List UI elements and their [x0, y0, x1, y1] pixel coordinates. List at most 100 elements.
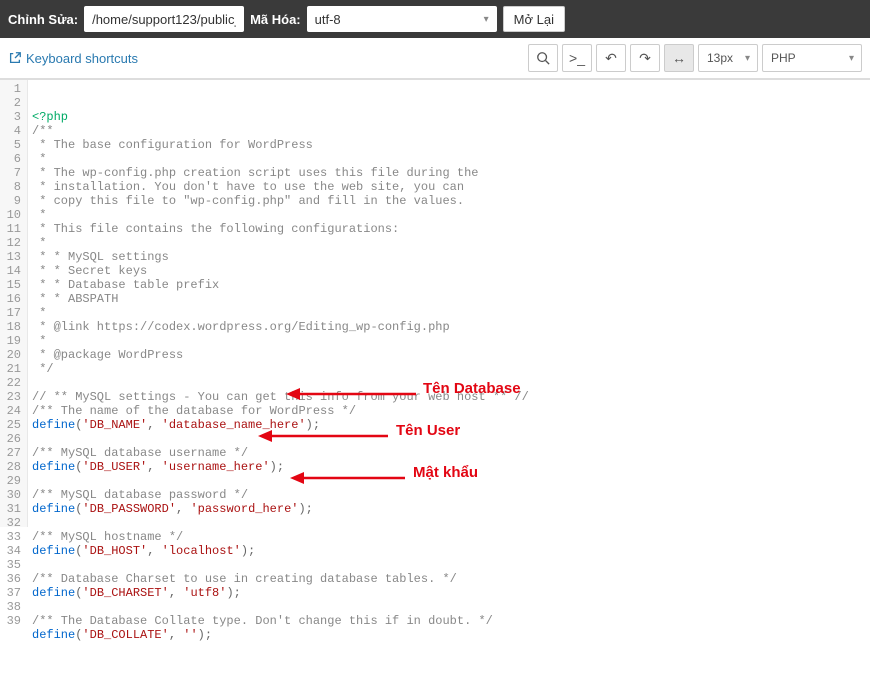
line-number: 7 [4, 166, 21, 180]
encoding-select[interactable] [307, 6, 497, 32]
line-number: 33 [4, 530, 21, 544]
language-select[interactable]: PHP [762, 44, 862, 72]
keyboard-shortcuts-link[interactable]: Keyboard shortcuts [8, 51, 138, 66]
line-number: 31 [4, 502, 21, 516]
line-number: 22 [4, 376, 21, 390]
code-line: * * MySQL settings [32, 250, 866, 264]
wrap-button[interactable]: ↔ [664, 44, 694, 72]
line-number: 8 [4, 180, 21, 194]
line-number: 13 [4, 250, 21, 264]
line-number: 34 [4, 544, 21, 558]
reopen-button[interactable]: Mở Lại [503, 6, 565, 32]
line-number: 35 [4, 558, 21, 572]
terminal-icon: >_ [569, 50, 585, 66]
line-number: 24 [4, 404, 21, 418]
line-number: 11 [4, 222, 21, 236]
line-number: 6 [4, 152, 21, 166]
code-line: * installation. You don't have to use th… [32, 180, 866, 194]
code-line: /** Database Charset to use in creating … [32, 572, 866, 586]
line-number: 39 [4, 614, 21, 628]
code-line: define('DB_NAME', 'database_name_here'); [32, 418, 866, 432]
code-line: * * Secret keys [32, 264, 866, 278]
line-number: 17 [4, 306, 21, 320]
line-number: 29 [4, 474, 21, 488]
external-link-icon [8, 51, 22, 65]
code-editor[interactable]: 1234567891011121314151617181920212223242… [0, 79, 870, 527]
line-number: 18 [4, 320, 21, 334]
line-number: 21 [4, 362, 21, 376]
line-number: 10 [4, 208, 21, 222]
code-line: define('DB_USER', 'username_here'); [32, 460, 866, 474]
code-line [32, 558, 866, 572]
code-line: * [32, 208, 866, 222]
line-number: 32 [4, 516, 21, 530]
line-number: 5 [4, 138, 21, 152]
redo-icon: ↷ [639, 50, 651, 67]
code-line: * The wp-config.php creation script uses… [32, 166, 866, 180]
code-line: /** The name of the database for WordPre… [32, 404, 866, 418]
code-line [32, 432, 866, 446]
line-gutter: 1234567891011121314151617181920212223242… [0, 80, 28, 527]
code-line: * [32, 306, 866, 320]
header-bar: Chỉnh Sửa: Mã Hóa: Mở Lại [0, 0, 870, 38]
code-line: * @link https://codex.wordpress.org/Edit… [32, 320, 866, 334]
code-content[interactable]: <?php/** * The base configuration for Wo… [28, 80, 870, 527]
line-number: 20 [4, 348, 21, 362]
font-size-select[interactable]: 13px [698, 44, 758, 72]
code-line [32, 642, 866, 656]
line-number: 37 [4, 586, 21, 600]
code-line [32, 600, 866, 614]
line-number: 30 [4, 488, 21, 502]
line-number: 12 [4, 236, 21, 250]
subheader-bar: Keyboard shortcuts >_ ↶ ↷ ↔ 13px PHP [0, 38, 870, 79]
code-line: /** [32, 124, 866, 138]
code-line: * copy this file to "wp-config.php" and … [32, 194, 866, 208]
code-line: /** MySQL hostname */ [32, 530, 866, 544]
line-number: 4 [4, 124, 21, 138]
line-number: 15 [4, 278, 21, 292]
line-number: 14 [4, 264, 21, 278]
code-line: define('DB_PASSWORD', 'password_here'); [32, 502, 866, 516]
code-line [32, 474, 866, 488]
edit-label: Chỉnh Sửa: [8, 12, 78, 27]
line-number: 25 [4, 418, 21, 432]
code-line: /** MySQL database password */ [32, 488, 866, 502]
code-line: * [32, 334, 866, 348]
code-line: /** MySQL database username */ [32, 446, 866, 460]
search-icon [536, 51, 550, 65]
code-line: /** The Database Collate type. Don't cha… [32, 614, 866, 628]
redo-button[interactable]: ↷ [630, 44, 660, 72]
code-line: * [32, 152, 866, 166]
line-number: 36 [4, 572, 21, 586]
search-button[interactable] [528, 44, 558, 72]
line-number: 38 [4, 600, 21, 614]
code-line: define('DB_CHARSET', 'utf8'); [32, 586, 866, 600]
line-number: 2 [4, 96, 21, 110]
code-line: * This file contains the following confi… [32, 222, 866, 236]
line-number: 1 [4, 82, 21, 96]
line-number: 27 [4, 446, 21, 460]
editor-toolbar: >_ ↶ ↷ ↔ 13px PHP [528, 44, 862, 72]
file-path-input[interactable] [84, 6, 244, 32]
line-number: 16 [4, 292, 21, 306]
code-line: <?php [32, 110, 866, 124]
code-line: * The base configuration for WordPress [32, 138, 866, 152]
line-number: 9 [4, 194, 21, 208]
line-number: 26 [4, 432, 21, 446]
annotation-overlay: Tên Database Tên User Mật khẩu [28, 80, 71, 94]
undo-button[interactable]: ↶ [596, 44, 626, 72]
code-line: define('DB_HOST', 'localhost'); [32, 544, 866, 558]
code-line: */ [32, 362, 866, 376]
line-number: 3 [4, 110, 21, 124]
code-line: define('DB_COLLATE', ''); [32, 628, 866, 642]
line-number: 19 [4, 334, 21, 348]
encoding-label: Mã Hóa: [250, 12, 301, 27]
terminal-button[interactable]: >_ [562, 44, 592, 72]
code-line [32, 376, 866, 390]
code-line: * * Database table prefix [32, 278, 866, 292]
code-line: // ** MySQL settings - You can get this … [32, 390, 866, 404]
code-line: * @package WordPress [32, 348, 866, 362]
code-line: * [32, 236, 866, 250]
line-number: 23 [4, 390, 21, 404]
undo-icon: ↶ [605, 50, 617, 67]
